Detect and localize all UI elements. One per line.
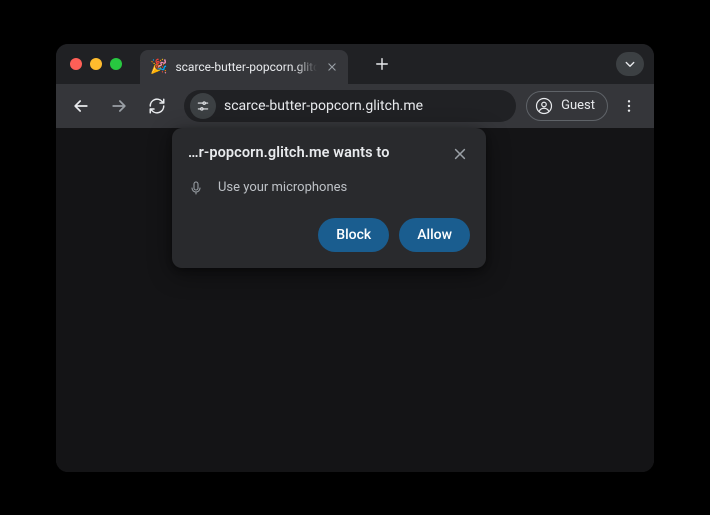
tab-favicon-icon: 🎉 xyxy=(150,59,167,75)
window-zoom-button[interactable] xyxy=(110,58,122,70)
window-controls xyxy=(70,58,122,70)
close-icon xyxy=(327,62,337,72)
profile-label: Guest xyxy=(561,98,595,113)
browser-window: 🎉 scarce-butter-popcorn.glitch xyxy=(56,44,654,472)
profile-button[interactable]: Guest xyxy=(526,91,608,121)
close-icon xyxy=(453,147,467,161)
browser-tab[interactable]: 🎉 scarce-butter-popcorn.glitch xyxy=(140,50,348,84)
forward-button[interactable] xyxy=(102,89,136,123)
person-circle-icon xyxy=(535,97,553,115)
tab-close-button[interactable] xyxy=(325,59,340,75)
address-bar[interactable]: scarce-butter-popcorn.glitch.me xyxy=(184,90,516,122)
permission-dialog: …r-popcorn.glitch.me wants to Use your m… xyxy=(172,128,486,268)
permission-item-label: Use your microphones xyxy=(218,180,347,195)
page-content: …r-popcorn.glitch.me wants to Use your m… xyxy=(56,128,654,472)
kebab-icon xyxy=(621,98,637,114)
tune-icon xyxy=(196,99,210,113)
new-tab-button[interactable] xyxy=(368,50,396,78)
arrow-left-icon xyxy=(71,96,91,116)
url-text: scarce-butter-popcorn.glitch.me xyxy=(224,98,423,114)
title-bar: 🎉 scarce-butter-popcorn.glitch xyxy=(56,44,654,84)
window-close-button[interactable] xyxy=(70,58,82,70)
microphone-icon xyxy=(188,180,204,196)
site-settings-button[interactable] xyxy=(190,93,216,119)
allow-button[interactable]: Allow xyxy=(399,218,470,252)
tab-title: scarce-butter-popcorn.glitch xyxy=(175,60,317,74)
back-button[interactable] xyxy=(64,89,98,123)
menu-button[interactable] xyxy=(612,89,646,123)
reload-button[interactable] xyxy=(140,89,174,123)
block-button[interactable]: Block xyxy=(318,218,389,252)
tab-overflow-button[interactable] xyxy=(616,52,644,76)
toolbar: scarce-butter-popcorn.glitch.me Guest xyxy=(56,84,654,128)
permission-item: Use your microphones xyxy=(188,180,470,196)
plus-icon xyxy=(375,57,389,71)
permission-title: …r-popcorn.glitch.me wants to xyxy=(188,144,398,161)
permission-header: …r-popcorn.glitch.me wants to xyxy=(188,144,470,164)
arrow-right-icon xyxy=(109,96,129,116)
chevron-down-icon xyxy=(624,58,636,70)
reload-icon xyxy=(148,97,166,115)
permission-actions: Block Allow xyxy=(188,218,470,252)
window-minimize-button[interactable] xyxy=(90,58,102,70)
permission-close-button[interactable] xyxy=(450,144,470,164)
